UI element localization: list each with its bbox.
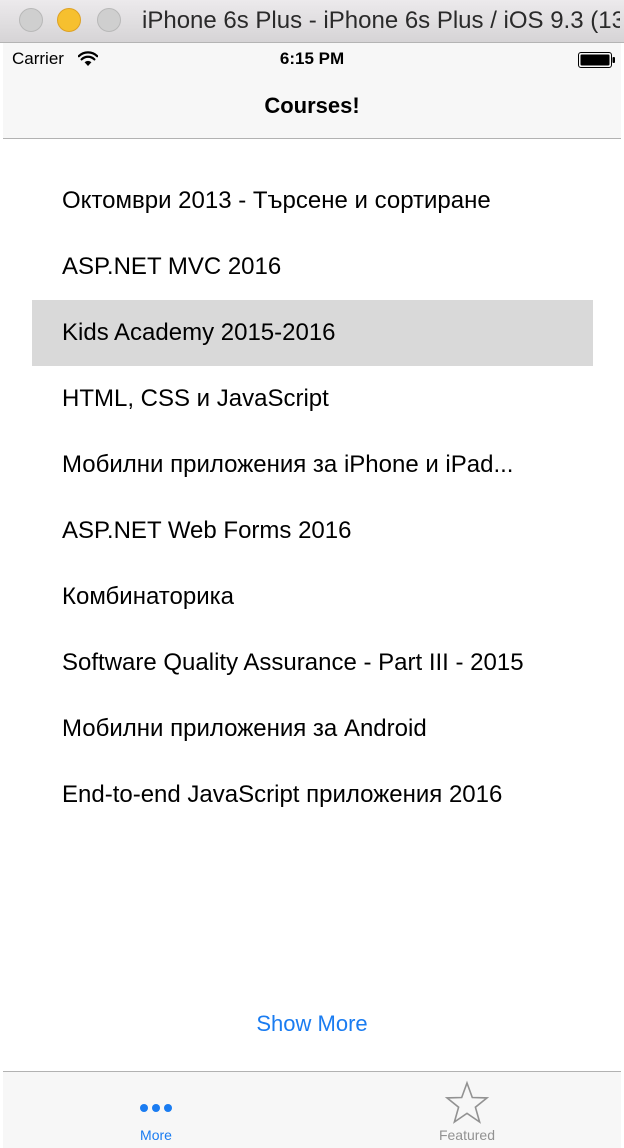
tab-more[interactable]: More [81, 1072, 231, 1148]
course-item[interactable]: ASP.NET MVC 2016 [32, 234, 593, 300]
page-title: Courses! [264, 93, 360, 118]
show-more-button[interactable]: Show More [3, 1011, 621, 1037]
navigation-header: Carrier 6:15 PM Courses! [3, 43, 621, 139]
tab-label-featured: Featured [438, 1127, 496, 1143]
more-icon [140, 1104, 172, 1112]
course-item-selected[interactable]: Kids Academy 2015-2016 [32, 300, 593, 366]
course-item[interactable]: Комбинаторика [32, 564, 593, 630]
courses-view: Октомври 2013 - Търсене и сортиране ASP.… [3, 139, 621, 1071]
course-item[interactable]: ASP.NET Web Forms 2016 [32, 498, 593, 564]
window-title: iPhone 6s Plus - iPhone 6s Plus / iOS 9.… [142, 7, 620, 34]
course-item[interactable]: Software Quality Assurance - Part III - … [32, 630, 593, 696]
tab-bar: More Featured [3, 1071, 621, 1148]
tab-featured[interactable]: Featured [392, 1072, 542, 1148]
tab-label-more: More [140, 1127, 172, 1143]
minimize-window-button[interactable] [57, 8, 81, 32]
window-title-bar: iPhone 6s Plus - iPhone 6s Plus / iOS 9.… [0, 0, 624, 43]
simulator-window: iPhone 6s Plus - iPhone 6s Plus / iOS 9.… [0, 0, 624, 1148]
course-item[interactable]: Мобилни приложения за iPhone и iPad... [32, 432, 593, 498]
course-item[interactable]: Мобилни приложения за Android [32, 696, 593, 762]
status-time: 6:15 PM [279, 49, 345, 68]
star-icon [444, 1080, 490, 1124]
courses-list: Октомври 2013 - Търсене и сортиране ASP.… [32, 168, 593, 828]
course-item[interactable]: Октомври 2013 - Търсене и сортиране [32, 168, 593, 234]
close-window-button[interactable] [19, 8, 43, 32]
battery-icon [578, 52, 615, 68]
course-item[interactable]: HTML, CSS и JavaScript [32, 366, 593, 432]
zoom-window-button[interactable] [97, 8, 121, 32]
course-item[interactable]: End-to-end JavaScript приложения 2016 [32, 762, 593, 828]
